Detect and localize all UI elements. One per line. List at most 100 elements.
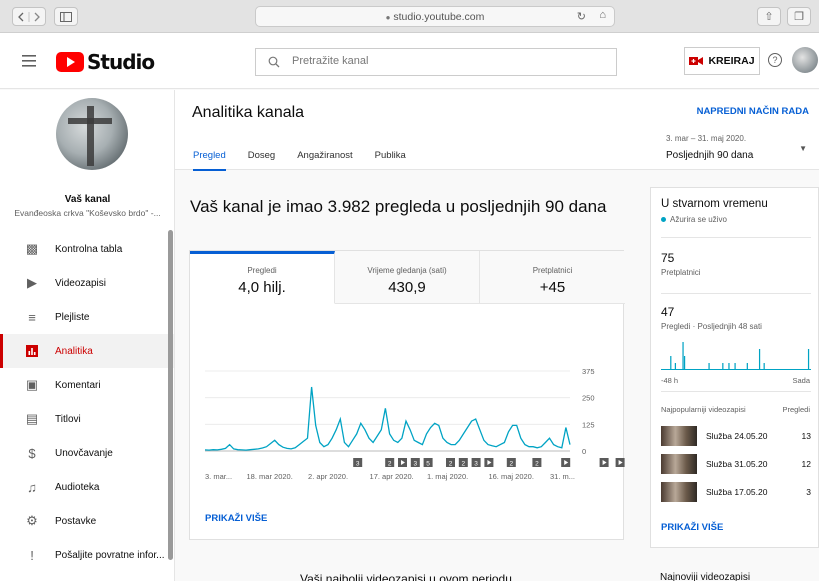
analytics-icon [25,344,39,358]
account-avatar[interactable] [792,47,818,73]
back-forward-buttons[interactable] [12,7,46,26]
sidebar-item-monetization[interactable]: $ Unovčavanje [0,436,174,470]
subtitles-icon: ▤ [25,411,39,426]
realtime-bar [682,342,684,370]
realtime-bar-chart[interactable] [661,340,811,370]
metric-value: 4,0 hilj. [238,279,286,296]
sidebar-item-comments[interactable]: ▣ Komentari [0,368,174,402]
playlist-icon: ≡ [28,309,36,325]
x-tick-label: 2. apr 2020. [308,472,348,481]
top-video-row[interactable]: Služba 31.05.20 12 [661,454,811,478]
hamburger-menu-icon[interactable] [22,55,36,67]
create-video-icon [689,57,704,65]
realtime-bar [674,363,677,370]
metric-views[interactable]: Pregledi 4,0 hilj. [190,251,335,304]
live-update-note: Ažurira se uživo [661,215,727,224]
gear-icon: ⚙ [26,513,38,528]
realtime-show-more-link[interactable]: PRIKAŽI VIŠE [661,522,723,533]
video-title: Služba 24.05.20 [706,431,768,441]
help-icon[interactable]: ? [768,53,782,67]
top-video-row[interactable]: Služba 17.05.20 3 [661,482,811,506]
sidebar-item-label: Postavke [55,515,97,527]
help-glyph: ? [772,55,778,65]
realtime-bar [746,363,748,370]
realtime-subscribers-value: 75 [661,251,675,265]
studio-logo[interactable]: Studio [56,50,155,74]
sidebar-item-dashboard[interactable]: ▩ Kontrolna tabla [0,232,174,266]
sidebar-item-label: Videozapisi [55,277,106,289]
y-tick-label: 250 [582,394,595,403]
sidebar-item-videos[interactable]: ▶ Videozapisi [0,266,174,300]
channel-avatar[interactable] [56,98,128,170]
top-video-row[interactable]: Služba 24.05.20 13 [661,426,811,450]
sidebar-item-playlists[interactable]: ≡ Plejliste [0,300,174,334]
show-more-link[interactable]: PRIKAŽI VIŠE [205,513,267,524]
realtime-panel: U stvarnom vremenu Ažurira se uživo 75 P… [650,187,819,548]
url-text: studio.youtube.com [393,11,485,23]
comments-icon: ▣ [25,377,39,392]
reload-icon[interactable]: ↻ [577,10,586,23]
create-label: KREIRAJ [708,55,755,67]
video-marker-label: 5 [426,461,430,468]
metric-label: Pretplatnici [532,266,573,275]
tabs-icon: ❐ [794,11,804,23]
search-input[interactable]: Pretražite kanal [255,48,617,76]
sidebar-item-audio-library[interactable]: ♫ Audioteka [0,470,174,504]
share-button[interactable]: ⇧ [757,7,781,26]
home-icon[interactable]: ⌂ [599,9,606,21]
video-marker-label: 3 [413,461,417,468]
page-title: Analitika kanala [192,104,305,121]
realtime-bar [670,356,672,370]
sidebar-item-settings[interactable]: ⚙ Postavke [0,504,174,538]
realtime-subscribers-label: Pretplatnici [661,268,701,277]
tabs-button[interactable]: ❐ [787,7,811,26]
tab-engagement[interactable]: Angažiranost [297,150,352,171]
y-tick-label: 0 [582,447,586,456]
channel-title: Vaš kanal [64,194,111,205]
metric-value: +45 [539,279,566,296]
advanced-mode-link[interactable]: NAPREDNI NAČIN RADA [697,106,809,117]
tab-audience[interactable]: Publika [375,150,406,171]
realtime-bar [734,363,736,370]
browser-toolbar: ● studio.youtube.com ↻ ⌂ ⇧ ❐ [0,0,819,33]
y-tick-label: 375 [582,367,595,376]
x-tick-label: 16. maj 2020. [488,472,533,481]
date-range-text: 3. mar – 31. maj 2020. [666,134,747,143]
chevron-down-icon[interactable]: ▼ [799,144,807,153]
sidebar-item-label: Audioteka [55,481,100,493]
tab-overview[interactable]: Pregled [193,150,226,171]
tab-reach[interactable]: Doseg [248,150,275,171]
views-chart[interactable]: 375 250 125 0 3 2 3 5 2 2 3 2 2 3. mar... 18. mar 2020… [190,351,625,486]
overview-card: Pregledi 4,0 hilj. Vrijeme gledanja (sat… [189,250,625,540]
realtime-bar [763,363,765,370]
metric-watch-time[interactable]: Vrijeme gledanja (sati) 430,9 [335,251,480,304]
address-bar[interactable]: ● studio.youtube.com ↻ ⌂ [255,6,615,27]
video-marker-label: 2 [461,461,465,468]
sidebar-scrollbar[interactable] [168,230,173,560]
realtime-bar [683,356,686,370]
realtime-views-value: 47 [661,305,675,319]
video-thumbnail [661,426,697,446]
dashboard-icon: ▩ [25,241,39,256]
x-tick-label: 18. mar 2020. [247,472,293,481]
sidebar-item-subtitles[interactable]: ▤ Titlovi [0,402,174,436]
x-tick-label: 3. mar... [205,472,232,481]
sidebar-toggle-button[interactable] [54,7,78,26]
video-views: 13 [801,431,811,441]
video-title: Služba 17.05.20 [706,487,768,497]
search-icon [268,56,280,68]
date-range-selector[interactable]: Posljednjih 90 dana [666,150,753,161]
video-marker-label: 3 [356,461,360,468]
x-tick-label: 17. apr 2020. [370,472,414,481]
sidebar-item-analytics[interactable]: Analitika [0,334,174,368]
metric-subscribers[interactable]: Pretplatnici +45 [480,251,625,304]
video-marker-label: 2 [388,461,392,468]
sidebar-item-feedback[interactable]: ! Pošaljite povratne infor... [0,538,174,572]
top-videos-label: Najpopularniji videozapisi [661,405,746,414]
sidebar-item-label: Plejliste [55,311,90,323]
video-marker-label: 2 [509,461,513,468]
share-icon: ⇧ [764,11,774,23]
realtime-bar [758,349,761,370]
create-button[interactable]: KREIRAJ [684,47,760,75]
channel-name: Evanđeoska crkva "Koševsko brdo" -... [14,208,161,218]
